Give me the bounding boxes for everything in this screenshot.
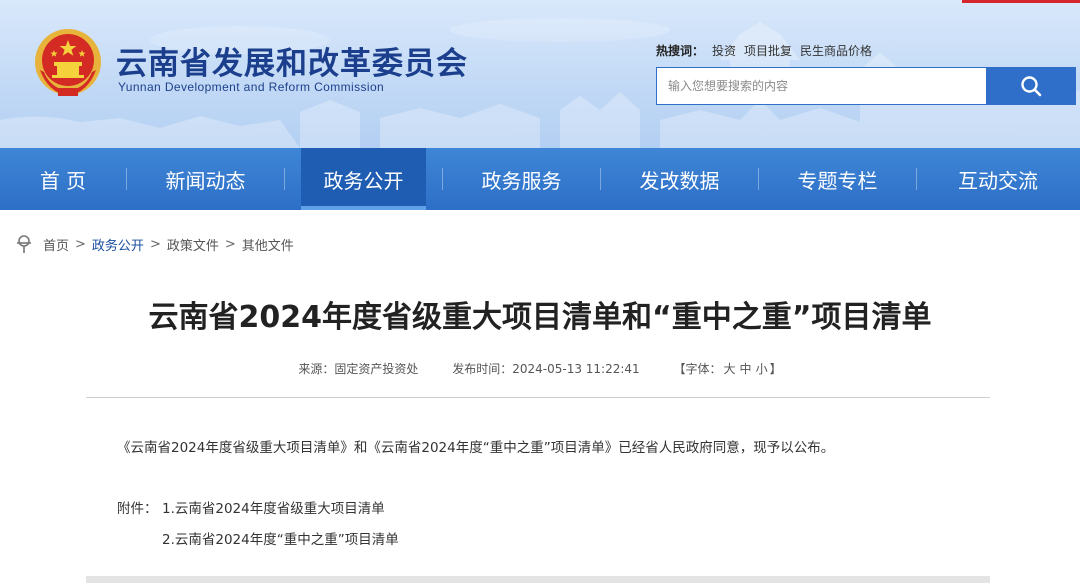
- nav-item-gov-affairs-disclosure[interactable]: 政务公开: [301, 148, 426, 210]
- article-title: 云南省2024年度省级重大项目清单和“重中之重”项目清单: [148, 300, 932, 335]
- breadcrumb-policy-docs[interactable]: 政策文件: [167, 235, 219, 254]
- font-size-medium[interactable]: 中: [740, 362, 752, 376]
- breadcrumb-home[interactable]: 首页: [43, 235, 69, 254]
- national-emblem-icon: [35, 29, 101, 96]
- breadcrumb-gov-affairs[interactable]: 政务公开: [92, 235, 144, 254]
- font-size-large[interactable]: 大: [724, 362, 736, 376]
- nav-separator: [284, 168, 285, 190]
- attachment-link-top-priority-projects[interactable]: 2.云南省2024年度“重中之重”项目清单: [162, 528, 399, 548]
- breadcrumb: 首页 > 政务公开 > 政策文件 > 其他文件: [14, 233, 294, 255]
- attachments-label: 附件：: [117, 501, 158, 517]
- breadcrumb-separator: >: [75, 236, 86, 252]
- nav-item-interaction[interactable]: 互动交流: [917, 148, 1079, 210]
- title-divider: [86, 397, 990, 398]
- search-icon: [1021, 76, 1042, 97]
- article-meta: 来源：固定资产投资处 发布时间：2024-05-13 11:22:41 【字体：…: [0, 360, 1080, 377]
- main-navigation: 首 页 新闻动态 政务公开 政务服务 发改数据 专题专栏 互动交流: [0, 148, 1080, 210]
- content-bottom-band: [86, 576, 990, 583]
- font-size-switcher: 【字体：大中小】: [674, 362, 782, 376]
- breadcrumb-separator: >: [224, 236, 236, 252]
- nav-item-news[interactable]: 新闻动态: [127, 148, 284, 210]
- font-size-close: 】: [769, 362, 782, 376]
- article-source: 来源：固定资产投资处: [298, 362, 419, 376]
- nav-item-special-topics[interactable]: 专题专栏: [759, 148, 916, 210]
- top-red-accent: [962, 0, 1080, 3]
- attachment-link-major-projects[interactable]: 1.云南省2024年度省级重大项目清单: [162, 497, 385, 517]
- hot-word-investment[interactable]: 投资: [712, 44, 736, 58]
- breadcrumb-separator: >: [149, 236, 161, 252]
- hot-word-commodity-prices[interactable]: 民生商品价格: [800, 44, 872, 58]
- site-title: 云南省发展和改革委员会: [116, 46, 468, 82]
- article-body-paragraph: 《云南省2024年度省级重大项目清单》和《云南省2024年度“重中之重”项目清单…: [117, 440, 835, 456]
- font-size-small[interactable]: 小: [756, 362, 768, 376]
- search-button[interactable]: [986, 67, 1076, 105]
- breadcrumb-other-docs[interactable]: 其他文件: [242, 235, 294, 254]
- hot-search-words: 热搜词： 投资 项目批复 民生商品价格: [656, 42, 872, 59]
- hot-word-project-approval[interactable]: 项目批复: [744, 44, 792, 58]
- location-icon: [17, 235, 31, 253]
- nav-item-gov-services[interactable]: 政务服务: [443, 148, 600, 210]
- font-size-label: 【字体：: [673, 362, 722, 376]
- nav-item-home[interactable]: 首 页: [0, 148, 126, 210]
- nav-item-data[interactable]: 发改数据: [601, 148, 758, 210]
- search-box: [656, 67, 1076, 105]
- search-input[interactable]: [656, 67, 986, 105]
- hot-search-label: 热搜词：: [656, 44, 705, 58]
- site-subtitle: Yunnan Development and Reform Commission: [118, 80, 385, 94]
- site-header: 云南省发展和改革委员会 Yunnan Development and Refor…: [0, 0, 1080, 148]
- article-publish-time: 发布时间：2024-05-13 11:22:41: [452, 362, 640, 376]
